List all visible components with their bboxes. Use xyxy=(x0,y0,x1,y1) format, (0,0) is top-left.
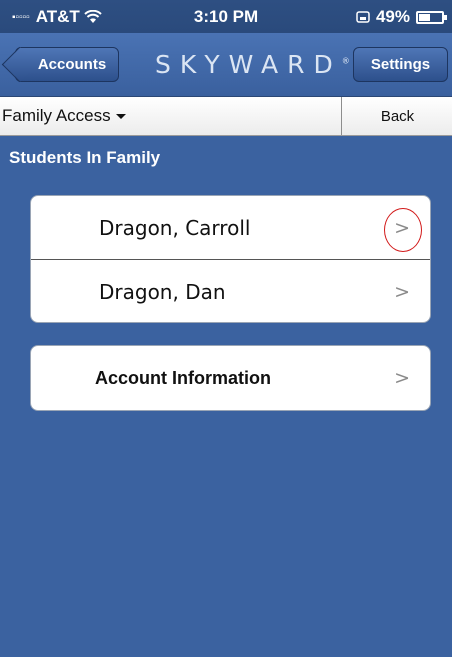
battery-icon xyxy=(416,10,447,24)
students-list: Dragon, Carroll > Dragon, Dan > xyxy=(30,195,431,323)
sync-icon xyxy=(356,11,370,23)
account-information-row[interactable]: Account Information > xyxy=(30,345,431,411)
section-title: Students In Family xyxy=(9,148,161,167)
account-information-label: Account Information xyxy=(95,367,271,388)
battery-percent: 49% xyxy=(375,7,410,26)
app-screen: ▪▫▫▫▫ AT&T 3:10 PM 49% Accounts SKYWARD®… xyxy=(0,0,452,657)
family-access-menu[interactable]: Family Access xyxy=(2,97,126,135)
back-button[interactable]: Back xyxy=(341,97,452,135)
student-name: Dragon, Dan xyxy=(99,280,226,304)
chevron-right-icon: > xyxy=(394,367,410,389)
accounts-back-button[interactable]: Accounts xyxy=(15,47,119,82)
brand-logo: SKYWARD® xyxy=(155,50,350,79)
accounts-back-label: Accounts xyxy=(37,56,107,73)
battery-area: 49% xyxy=(356,7,447,27)
sub-bar: Family Access Back xyxy=(0,97,452,136)
student-row-dan[interactable]: Dragon, Dan > xyxy=(31,260,430,324)
chevron-right-icon: > xyxy=(394,281,410,303)
status-bar: ▪▫▫▫▫ AT&T 3:10 PM 49% xyxy=(0,0,452,33)
highlight-circle-annotation xyxy=(384,208,422,252)
brand-text: SKYWARD xyxy=(155,50,342,79)
nav-bar: Accounts SKYWARD® Settings xyxy=(0,33,452,97)
student-row-carroll[interactable]: Dragon, Carroll > xyxy=(31,196,430,260)
student-name: Dragon, Carroll xyxy=(99,216,251,240)
caret-down-icon xyxy=(115,113,126,119)
battery-fill xyxy=(419,13,430,21)
settings-button[interactable]: Settings xyxy=(353,47,448,82)
brand-mark: ® xyxy=(341,56,350,66)
family-access-label: Family Access xyxy=(2,106,111,125)
